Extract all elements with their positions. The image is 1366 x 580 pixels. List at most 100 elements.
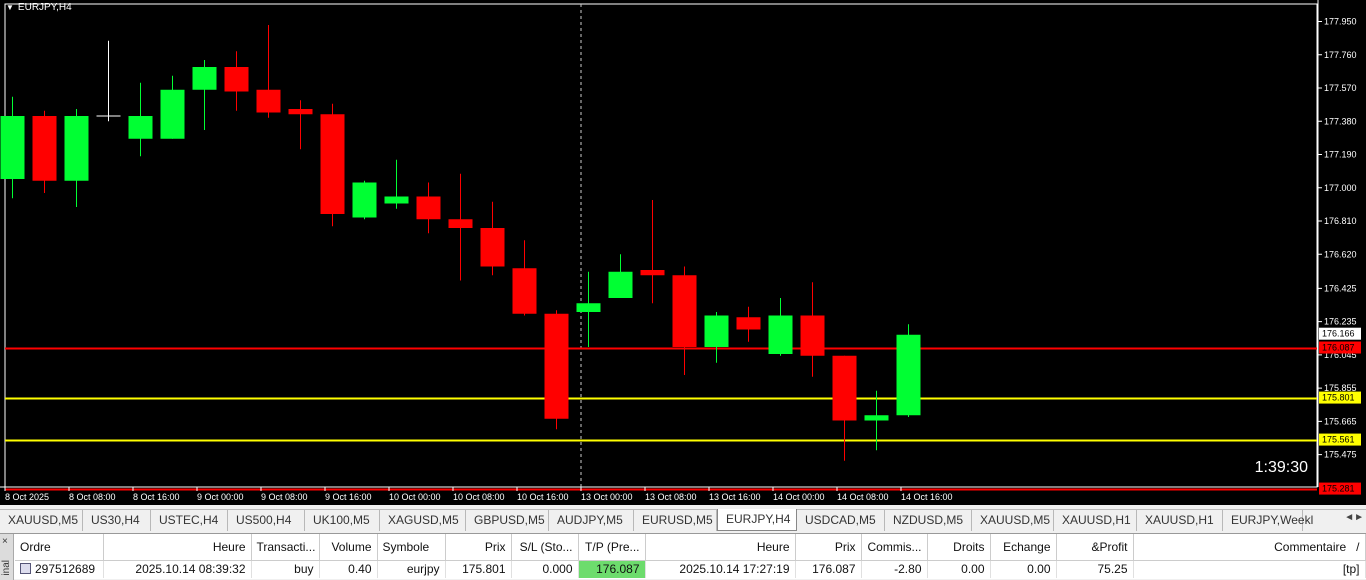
candle-body[interactable] [192,67,217,90]
table-header-row: Ordre Heure Transacti... Volume Symbole Prix S… [15,534,1366,561]
chart-tab[interactable]: XAUUSD,H1 [1137,510,1223,531]
table-cell: buy [251,560,320,578]
column-header[interactable]: Ordre [15,534,104,561]
time-tick-label: 13 Oct 00:00 [581,492,633,502]
price-tick-label: 177.190 [1324,150,1357,160]
candle-body[interactable] [608,271,633,298]
column-header[interactable]: &Profit [1056,534,1134,561]
column-header[interactable]: Volume [319,534,378,561]
chart-tab[interactable]: XAUUSD,M5 [972,510,1054,531]
candle-body[interactable] [256,89,281,113]
candle-body[interactable] [640,270,665,276]
candle-body[interactable] [160,89,185,139]
trade-history-table: Ordre Heure Transacti... Volume Symbole Prix S… [15,534,1366,578]
table-cell: 176.087 [578,560,646,578]
chart-tab[interactable]: EURUSD,M5 [634,510,717,531]
candle-body[interactable] [384,196,409,204]
table-cell: 0.40 [319,560,378,578]
candle-body[interactable] [0,116,25,179]
candle-body[interactable] [576,303,601,312]
candle-body[interactable] [512,268,537,314]
candle-body[interactable] [416,196,441,220]
price-label-text: 175.281 [1322,484,1355,494]
candle-body[interactable] [704,315,729,348]
price-label-text: 176.087 [1322,343,1355,353]
candle-body[interactable] [768,315,793,355]
chart-tab[interactable]: US30,H4 [83,510,151,531]
chart-tab[interactable]: XAGUSD,M5 [380,510,466,531]
candle-body[interactable] [352,182,377,218]
price-tick-label: 176.425 [1324,283,1357,293]
chart-tab[interactable]: USTEC,H4 [151,510,228,531]
column-header[interactable]: Heure [645,534,796,561]
terminal-panel: × inal Ordre Heure Transacti... Volume Symbo… [0,533,1366,580]
column-header[interactable]: Symbole [377,534,446,561]
terminal-side-bar: × inal [0,534,14,580]
column-header[interactable]: Commis... [861,534,928,561]
candle-body[interactable] [832,355,857,421]
chart-tab[interactable]: US500,H4 [228,510,305,531]
candle-body[interactable] [736,317,761,330]
chart-tab[interactable]: NZDUSD,M5 [885,510,972,531]
chart-title[interactable]: ▼ EURJPY,H4 [6,2,72,13]
candle-timer: 1:39:30 [1254,459,1308,476]
candle-body[interactable] [320,114,345,214]
chart-tab[interactable]: EURJPY,H4 [717,509,797,531]
chart-symbol-label: EURJPY,H4 [17,2,72,13]
column-header[interactable]: Heure [103,534,252,561]
chart-tab[interactable]: XAUUSD,H1 [1054,510,1137,531]
column-header[interactable]: S/L (Sto... [511,534,579,561]
column-header[interactable]: Commentaire / [1133,534,1366,561]
candle-body[interactable] [224,67,249,92]
time-tick-label: 14 Oct 16:00 [901,492,953,502]
time-tick-label: 10 Oct 08:00 [453,492,505,502]
table-cell: eurjpy [377,560,446,578]
order-icon [20,563,31,575]
time-tick-label: 14 Oct 08:00 [837,492,889,502]
price-chart[interactable]: 177.950 177.760 177.570 177.380 177.190 177.0… [0,0,1366,505]
column-header[interactable]: Echange [990,534,1057,561]
candle-body[interactable] [544,313,569,419]
close-icon[interactable]: × [2,536,8,547]
column-header[interactable]: Droits [927,534,991,561]
candle-body[interactable] [864,415,889,421]
tab-scroll-arrows-icon[interactable]: ◄► [1344,512,1364,523]
candle-body[interactable] [448,219,473,228]
chart-tab[interactable]: XAUUSD,M5 [0,510,83,531]
candle-body[interactable] [128,116,153,139]
chart-tab[interactable]: GBPUSD,M5 [466,510,549,531]
time-tick-label: 10 Oct 16:00 [517,492,569,502]
chart-window[interactable]: 177.950 177.760 177.570 177.380 177.190 177.0… [0,0,1366,505]
chart-tab[interactable]: AUDJPY,M5 [549,510,634,531]
price-tick-label: 176.620 [1324,249,1357,259]
time-tick-label: 8 Oct 16:00 [133,492,180,502]
candle-body[interactable] [896,334,921,416]
table-cell: 297512689 [15,560,104,578]
time-tick-label: 13 Oct 08:00 [645,492,697,502]
table-row[interactable]: 297512689 2025.10.14 08:39:32 buy 0.40 eurjp… [15,560,1366,578]
table-cell: 0.00 [990,560,1057,578]
candle-body[interactable] [64,116,89,181]
candle-body[interactable] [672,275,697,347]
column-header[interactable]: Prix [795,534,862,561]
candle-body[interactable] [800,315,825,356]
price-tick-label: 176.810 [1324,216,1357,226]
candle-body[interactable] [32,116,57,181]
time-tick-label: 8 Oct 2025 [5,492,49,502]
time-tick-label: 10 Oct 00:00 [389,492,441,502]
price-tick-label: 177.950 [1324,17,1357,27]
price-tick-label: 176.235 [1324,317,1357,327]
chart-tab[interactable]: USDCAD,M5 [797,510,885,531]
candle-body[interactable] [288,109,313,115]
column-header[interactable]: T/P (Pre... [578,534,646,561]
column-header[interactable]: Prix [445,534,512,561]
chart-tab[interactable]: UK100,M5 [305,510,380,531]
time-tick-label: 9 Oct 16:00 [325,492,372,502]
candle-body[interactable] [480,228,505,267]
table-cell: 2025.10.14 17:27:19 [645,560,796,578]
chart-tab[interactable]: EURJPY,Weekl [1223,510,1313,531]
terminal-label: inal [1,560,12,576]
table-cell: 176.087 [795,560,862,578]
dropdown-triangle-icon[interactable]: ▼ [6,3,14,12]
column-header[interactable]: Transacti... [251,534,320,561]
